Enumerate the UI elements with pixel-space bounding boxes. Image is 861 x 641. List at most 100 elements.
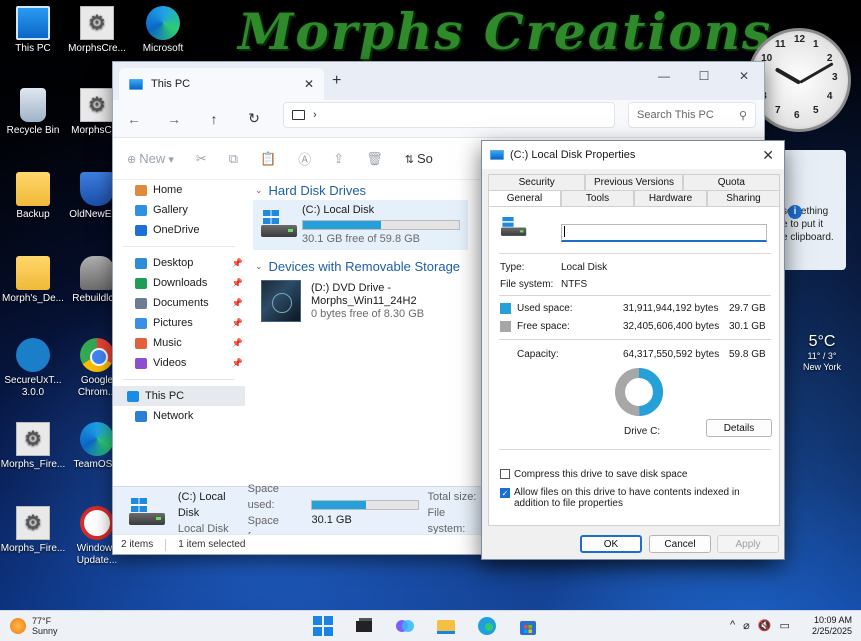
desktop-icon[interactable]: SecureUxT... 3.0.0: [0, 338, 66, 399]
network-off-icon[interactable]: ⌀: [743, 619, 750, 632]
nav-item-downloads[interactable]: Downloads 📌: [113, 273, 245, 293]
taskbar-weather-temp: 77°F: [32, 616, 52, 626]
tab-tools[interactable]: Tools: [561, 190, 634, 206]
free-space-swatch: [500, 321, 511, 332]
desktop-icon[interactable]: Morph's_De...: [0, 256, 66, 305]
tab-previous-versions[interactable]: Previous Versions: [585, 174, 683, 190]
explorer-titlebar[interactable]: This PC ✕ + — ☐ ✕: [113, 62, 764, 100]
tab-quota[interactable]: Quota: [682, 174, 780, 190]
notification-icon[interactable]: ▭: [780, 619, 790, 632]
desktop-icon[interactable]: Recycle Bin: [0, 88, 66, 137]
paste-icon[interactable]: 📋: [260, 151, 276, 167]
compress-label[interactable]: Compress this drive to save disk space: [514, 469, 687, 480]
taskbar-clock[interactable]: 10:09 AM 2/25/2025: [806, 615, 852, 637]
cut-icon[interactable]: ✂: [196, 151, 207, 167]
index-label[interactable]: Allow files on this drive to have conten…: [514, 487, 774, 509]
details-button[interactable]: Details: [706, 419, 772, 437]
store-taskbar-button[interactable]: [517, 615, 541, 637]
properties-dialog[interactable]: (C:) Local Disk Properties ✕ Security Pre…: [481, 140, 785, 560]
desktop-icon[interactable]: Backup: [0, 172, 66, 221]
weather-temp: 5°C: [808, 333, 836, 350]
weather-widget[interactable]: 5°C 11° / 3° New York: [790, 333, 854, 373]
desktop-icon[interactable]: This PC: [0, 6, 66, 55]
desktop-icon[interactable]: ⚙ Morphs_Fire...: [0, 506, 66, 555]
tab-sharing[interactable]: Sharing: [707, 190, 780, 206]
desktop-icon-label: Morphs_Fire...: [0, 459, 66, 470]
index-checkbox[interactable]: ✓: [500, 488, 510, 498]
chrome-icon: [80, 338, 114, 372]
taskbar-weather[interactable]: 77°F Sunny: [10, 616, 58, 636]
nav-item-pictures[interactable]: Pictures 📌: [113, 313, 245, 333]
minimize-button[interactable]: —: [644, 62, 684, 90]
ok-button[interactable]: OK: [580, 535, 642, 553]
nav-item-documents[interactable]: Documents 📌: [113, 293, 245, 313]
tab-close-icon[interactable]: ✕: [304, 77, 314, 91]
recycle-bin-icon: [20, 88, 46, 122]
nav-item-home[interactable]: Home: [113, 180, 245, 200]
capacity-gb: 59.8 GB: [729, 349, 766, 360]
clock-hour-hand: [774, 67, 801, 85]
nav-item-label: OneDrive: [153, 224, 200, 236]
sort-button[interactable]: ⇅ So: [405, 151, 433, 166]
file-explorer-taskbar-button[interactable]: [435, 615, 459, 637]
nav-item-network[interactable]: Network: [113, 406, 245, 426]
nav-item-gallery[interactable]: Gallery: [113, 200, 245, 220]
navigation-pane: Home Gallery OneDrive Desktop 📌 Downloads 📌 Doc…: [113, 180, 245, 480]
breadcrumb-chevron-icon[interactable]: ›: [313, 109, 317, 121]
dialog-titlebar[interactable]: (C:) Local Disk Properties ✕: [482, 141, 784, 169]
tab-general[interactable]: General: [488, 190, 561, 206]
drive-c-tile[interactable]: (C:) Local Disk 30.1 GB free of 59.8 GB: [253, 200, 468, 250]
search-input[interactable]: Search This PC ⚲: [628, 102, 756, 128]
close-button[interactable]: ✕: [724, 62, 764, 90]
clock-number: 5: [813, 104, 819, 116]
new-button[interactable]: ⊕ New ▾: [127, 151, 174, 166]
dialog-close-icon[interactable]: ✕: [762, 147, 774, 164]
refresh-icon[interactable]: ↻: [245, 110, 263, 127]
desktop-icon-label: Microsoft: [142, 43, 184, 54]
desktop-icon[interactable]: ⚙ MorphsCre...: [64, 6, 130, 55]
edge-taskbar-button[interactable]: [476, 615, 500, 637]
taskbar-apps: [312, 615, 541, 637]
tab-this-pc[interactable]: This PC ✕: [119, 68, 324, 100]
free-space-bytes: 32,405,606,400 bytes: [623, 321, 720, 332]
nav-item-this-pc[interactable]: This PC: [113, 386, 245, 406]
delete-icon[interactable]: 🗑: [366, 151, 383, 167]
nav-item-videos[interactable]: Videos 📌: [113, 353, 245, 373]
nav-item-music[interactable]: Music 📌: [113, 333, 245, 353]
tray-chevron-icon[interactable]: ^: [730, 619, 735, 632]
tab-title: This PC: [151, 78, 191, 90]
back-arrow-icon[interactable]: ←: [125, 111, 143, 127]
onedrive-icon: [135, 224, 147, 236]
start-button[interactable]: [312, 615, 336, 637]
nav-item-desktop[interactable]: Desktop 📌: [113, 253, 245, 273]
apply-button[interactable]: Apply: [717, 535, 779, 553]
maximize-button[interactable]: ☐: [684, 62, 724, 90]
videos-icon: [135, 357, 147, 369]
home-icon: [135, 184, 147, 196]
drive-name-input[interactable]: [561, 224, 767, 242]
new-tab-button[interactable]: +: [332, 72, 341, 90]
desktop-icon[interactable]: ⚙ Morphs_Fire...: [0, 422, 66, 471]
nav-item-onedrive[interactable]: OneDrive: [113, 220, 245, 240]
compress-checkbox[interactable]: [500, 469, 510, 479]
tab-hardware[interactable]: Hardware: [634, 190, 707, 206]
tab-security[interactable]: Security: [488, 174, 586, 190]
task-view-button[interactable]: [353, 615, 377, 637]
cancel-button[interactable]: Cancel: [649, 535, 711, 553]
up-arrow-icon[interactable]: ↑: [205, 111, 223, 127]
rename-icon[interactable]: Ⓐ: [298, 149, 311, 168]
pin-icon: 📌: [231, 257, 243, 268]
hard-drive-icon: [129, 497, 165, 528]
forward-arrow-icon[interactable]: →: [165, 111, 183, 127]
system-tray: ^ ⌀ 🔇 ▭: [730, 619, 790, 632]
copilot-button[interactable]: [394, 615, 418, 637]
taskbar-date: 2/25/2025: [811, 626, 852, 636]
copy-icon[interactable]: ⧉: [229, 151, 238, 167]
volume-muted-icon[interactable]: 🔇: [758, 619, 772, 632]
chevron-down-icon: ⌄: [255, 260, 263, 271]
address-input[interactable]: ›: [283, 102, 615, 128]
desktop-icon[interactable]: Microsoft: [130, 6, 196, 55]
capacity-label: Capacity:: [517, 349, 559, 360]
share-icon[interactable]: ⇪: [333, 151, 344, 167]
dialog-title: (C:) Local Disk Properties: [510, 149, 636, 161]
